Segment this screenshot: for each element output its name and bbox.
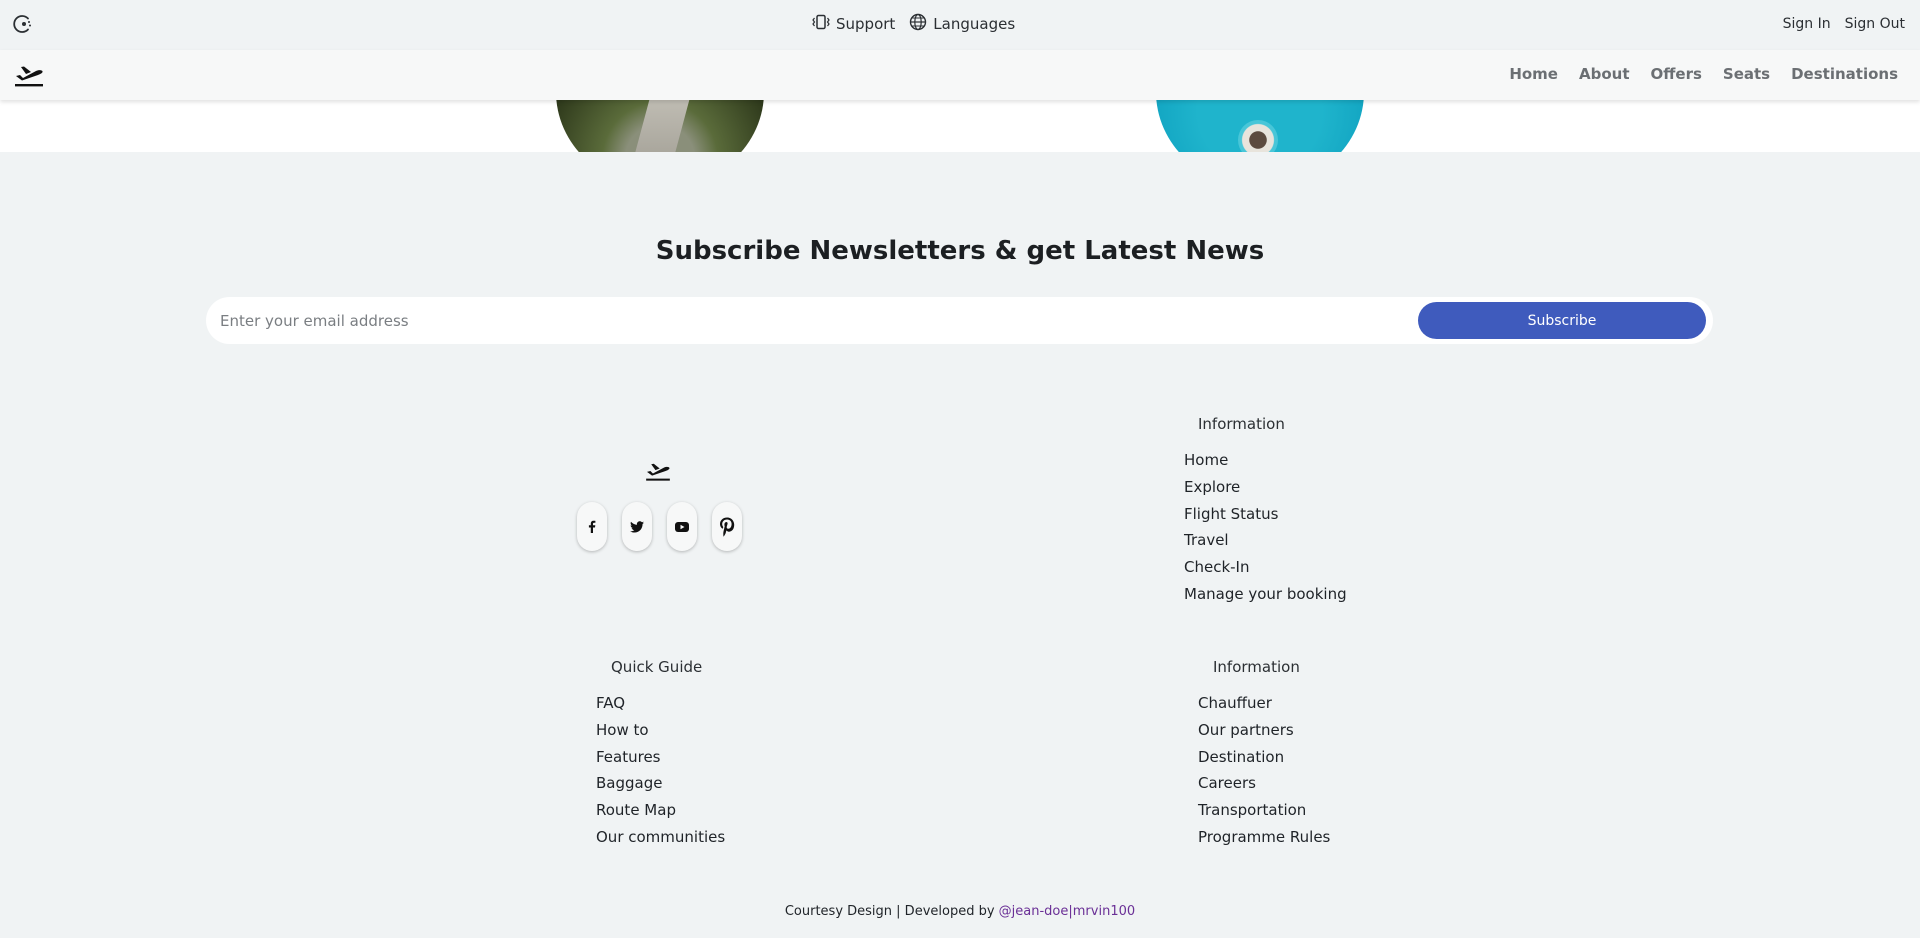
pinterest-icon[interactable] bbox=[712, 502, 742, 551]
facebook-icon[interactable] bbox=[577, 502, 607, 551]
sign-out-link[interactable]: Sign Out bbox=[1845, 16, 1905, 32]
newsletter-form: Subscribe bbox=[206, 297, 1713, 344]
footer-heading-information-secondary: Information bbox=[1213, 658, 1300, 676]
footer-link-flight-status[interactable]: Flight Status bbox=[1184, 505, 1278, 523]
top-utility-bar: Support Languages Sign In Sign Out bbox=[0, 0, 1920, 50]
credit-text: Courtesy Design | Developed by bbox=[784, 904, 999, 919]
languages-label: Languages bbox=[933, 15, 1016, 33]
twitter-icon[interactable] bbox=[622, 502, 652, 551]
credit-author-link[interactable]: @jean-doe|mrvin100 bbox=[999, 904, 1135, 919]
vibrating-phone-icon bbox=[812, 14, 830, 34]
footer-link-careers[interactable]: Careers bbox=[1198, 774, 1256, 792]
footer-information-primary: Information Home Explore Flight Status T… bbox=[1184, 415, 1347, 608]
newsletter-title: Subscribe Newsletters & get Latest News bbox=[655, 236, 1265, 266]
support-link[interactable]: Support bbox=[812, 14, 895, 34]
footer-link-baggage[interactable]: Baggage bbox=[596, 774, 662, 792]
destination-images-strip bbox=[0, 100, 1920, 152]
main-navbar: Home About Offers Seats Destinations bbox=[0, 50, 1920, 100]
nav-destinations[interactable]: Destinations bbox=[1791, 65, 1898, 83]
theme-toggle-icon[interactable] bbox=[12, 13, 34, 35]
nav-offers[interactable]: Offers bbox=[1651, 65, 1702, 83]
footer-link-how-to[interactable]: How to bbox=[596, 721, 649, 739]
email-input[interactable] bbox=[220, 307, 1370, 334]
footer-link-manage-booking[interactable]: Manage your booking bbox=[1184, 585, 1347, 603]
footer-link-explore[interactable]: Explore bbox=[1184, 478, 1240, 496]
auth-links: Sign In Sign Out bbox=[1783, 16, 1905, 32]
utility-links: Support Languages bbox=[812, 13, 1015, 35]
footer-link-destination[interactable]: Destination bbox=[1198, 748, 1284, 766]
footer-link-chauffuer[interactable]: Chauffuer bbox=[1198, 694, 1272, 712]
footer-link-features[interactable]: Features bbox=[596, 748, 661, 766]
footer-link-travel[interactable]: Travel bbox=[1184, 531, 1229, 549]
footer-link-home[interactable]: Home bbox=[1184, 451, 1228, 469]
subscribe-button[interactable]: Subscribe bbox=[1418, 302, 1706, 339]
footer-plane-icon[interactable] bbox=[644, 460, 672, 482]
sign-in-link[interactable]: Sign In bbox=[1783, 16, 1831, 32]
plane-departure-icon[interactable] bbox=[14, 62, 44, 88]
footer-information-secondary: Information Chauffuer Our partners Desti… bbox=[1198, 658, 1330, 851]
footer-link-route-map[interactable]: Route Map bbox=[596, 801, 676, 819]
nav-links: Home About Offers Seats Destinations bbox=[1509, 65, 1898, 83]
nav-about[interactable]: About bbox=[1579, 65, 1630, 83]
footer-heading-information: Information bbox=[1198, 415, 1285, 433]
destination-image-lagoon bbox=[1156, 100, 1364, 152]
footer-quick-guide: Quick Guide FAQ How to Features Baggage … bbox=[596, 658, 725, 851]
footer-link-partners[interactable]: Our partners bbox=[1198, 721, 1294, 739]
destination-image-garden-path bbox=[556, 100, 764, 152]
footer-link-programme-rules[interactable]: Programme Rules bbox=[1198, 828, 1330, 846]
social-links bbox=[577, 502, 742, 551]
youtube-icon[interactable] bbox=[667, 502, 697, 551]
nav-seats[interactable]: Seats bbox=[1723, 65, 1770, 83]
globe-icon bbox=[909, 13, 927, 35]
support-label: Support bbox=[836, 15, 896, 33]
footer-link-transportation[interactable]: Transportation bbox=[1198, 801, 1306, 819]
footer-link-faq[interactable]: FAQ bbox=[596, 694, 625, 712]
footer-heading-quick-guide: Quick Guide bbox=[611, 658, 703, 676]
footer-credit: Courtesy Design | Developed by @jean-doe… bbox=[0, 904, 1920, 919]
footer-link-check-in[interactable]: Check-In bbox=[1184, 558, 1250, 576]
nav-home[interactable]: Home bbox=[1509, 65, 1558, 83]
footer-link-communities[interactable]: Our communities bbox=[596, 828, 725, 846]
languages-link[interactable]: Languages bbox=[909, 13, 1015, 35]
